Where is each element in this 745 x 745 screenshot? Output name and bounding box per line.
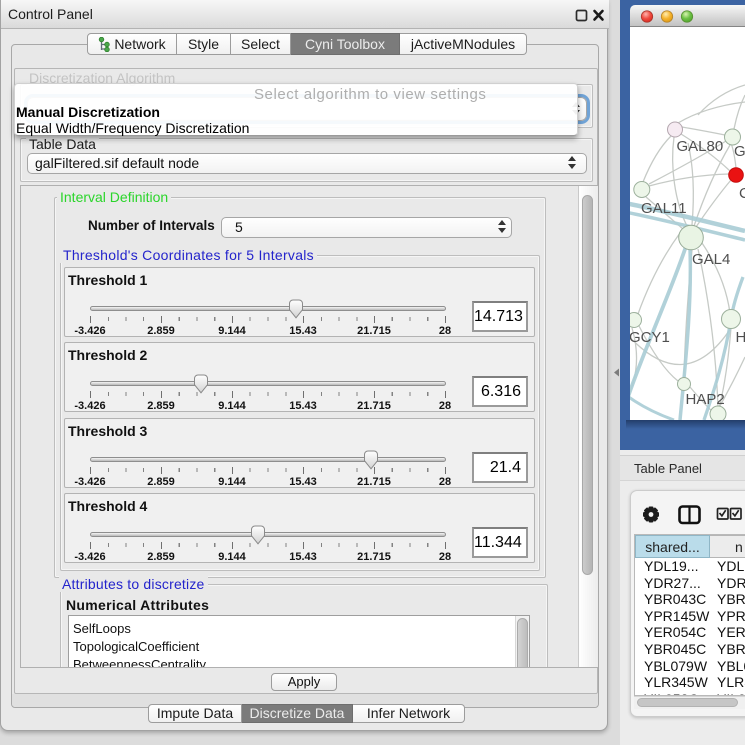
svg-text:H: H xyxy=(736,329,745,346)
svg-text:GAL80: GAL80 xyxy=(677,138,724,155)
svg-text:GAL4: GAL4 xyxy=(692,251,730,268)
svg-text:GAL11: GAL11 xyxy=(641,200,687,217)
svg-text:C: C xyxy=(739,185,745,202)
svg-text:HAP2: HAP2 xyxy=(686,391,725,408)
svg-text:GA: GA xyxy=(734,143,745,160)
svg-text:GCY1: GCY1 xyxy=(630,329,670,346)
